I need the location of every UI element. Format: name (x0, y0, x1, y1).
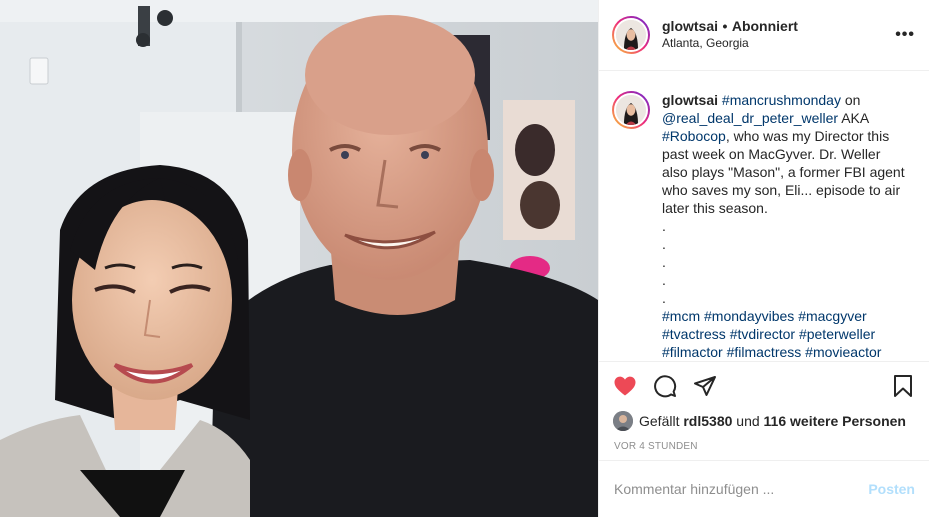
caption-username[interactable]: glowtsai (662, 92, 718, 108)
hashtag-link[interactable]: #mancrushmonday (722, 92, 841, 108)
caption-avatar[interactable] (612, 90, 650, 129)
likes-middle: und (736, 413, 760, 430)
post-photo[interactable] (0, 0, 598, 517)
hashtag-link[interactable]: #filmactor (662, 344, 723, 360)
hashtag-link[interactable]: #macgyver (798, 308, 866, 324)
likes-prefix: Gefällt (639, 413, 680, 430)
caption-dot: . (662, 217, 666, 234)
avatar-photo-icon (616, 94, 646, 125)
caption-dot: . (662, 235, 666, 252)
likes-summary: Gefällt rdl5380 und 116 weitere Personen (599, 407, 929, 435)
liker-avatar[interactable] (613, 411, 633, 432)
hashtag-link[interactable]: #mcm (662, 308, 700, 324)
caption-text-part: AKA (838, 109, 869, 126)
share-icon[interactable] (693, 374, 717, 398)
instagram-post: glowtsai • Abonniert Atlanta, Georgia ••… (0, 0, 929, 517)
post-header: glowtsai • Abonniert Atlanta, Georgia ••… (599, 0, 929, 71)
post-timestamp[interactable]: VOR 4 STUNDEN (599, 435, 929, 460)
caption-section: glowtsai #mancrushmonday on @real_deal_d… (599, 71, 929, 361)
follow-status[interactable]: Abonniert (732, 18, 798, 34)
caption-dot: . (662, 271, 666, 288)
mention-link[interactable]: @real_deal_dr_peter_weller (662, 110, 838, 126)
hashtag-link[interactable]: #Robocop (662, 128, 726, 144)
hashtag-link[interactable]: #mondayvibes (704, 308, 794, 324)
header-username[interactable]: glowtsai (662, 18, 718, 34)
hashtag-link[interactable]: #filmactress (727, 344, 802, 360)
avatar-photo-icon (616, 19, 646, 50)
caption-text: glowtsai #mancrushmonday on @real_deal_d… (662, 91, 906, 361)
comment-icon[interactable] (653, 374, 677, 398)
liker-username[interactable]: rdl5380 (683, 413, 732, 429)
hashtag-link[interactable]: #tvdirector (730, 326, 795, 342)
selfie-image (0, 0, 598, 517)
likes-count-link[interactable]: 116 weitere Personen (764, 413, 906, 429)
hashtag-link[interactable]: #movieactor (805, 344, 881, 360)
post-side-panel: glowtsai • Abonniert Atlanta, Georgia ••… (598, 0, 929, 517)
hashtag-link[interactable]: #peterweller (799, 326, 875, 342)
hashtag-link[interactable]: #tvactress (662, 326, 726, 342)
location-link[interactable]: Atlanta, Georgia (662, 35, 895, 52)
header-separator: • (722, 17, 728, 34)
avatar[interactable] (612, 15, 650, 54)
heart-filled-icon[interactable] (613, 374, 637, 398)
caption-dot: . (662, 289, 666, 306)
post-comment-button[interactable]: Posten (868, 481, 915, 497)
add-comment-form: Posten (599, 460, 929, 517)
caption-dot: . (662, 253, 666, 270)
bookmark-icon[interactable] (891, 374, 915, 398)
comment-input[interactable] (614, 481, 869, 498)
caption-text-part: on (840, 91, 861, 108)
more-horizontal-icon[interactable]: ••• (895, 26, 915, 44)
